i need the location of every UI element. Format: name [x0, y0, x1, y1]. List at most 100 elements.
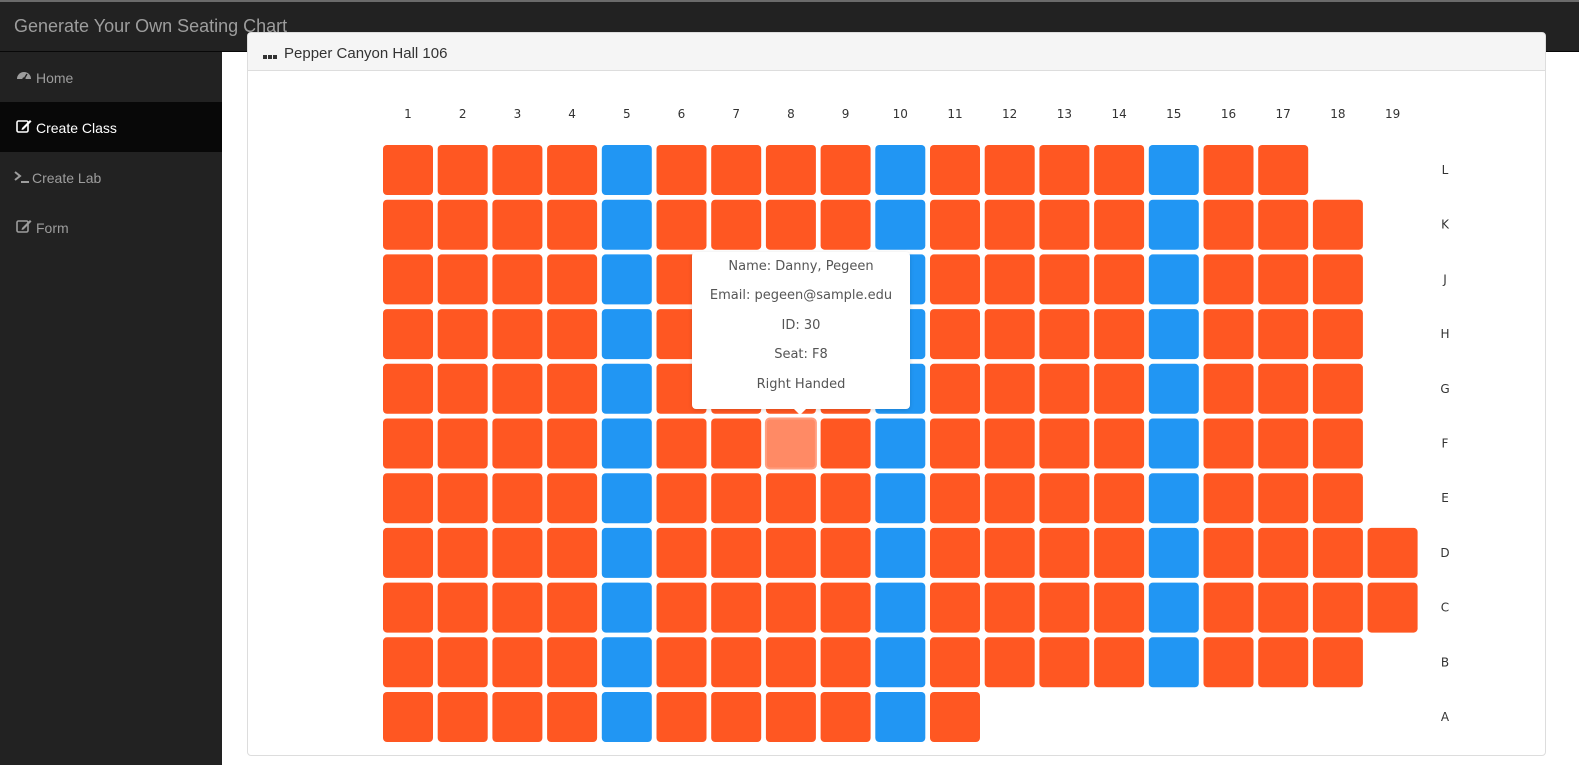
seat-C8[interactable]	[765, 582, 816, 633]
seat-D14[interactable]	[1094, 527, 1145, 578]
seat-D15[interactable]	[1148, 527, 1199, 578]
seat-K12[interactable]	[984, 199, 1035, 250]
seat-C16[interactable]	[1203, 582, 1254, 633]
seat-B12[interactable]	[984, 637, 1035, 688]
seat-F9[interactable]	[820, 418, 871, 469]
seat-F14[interactable]	[1094, 418, 1145, 469]
seat-B14[interactable]	[1094, 637, 1145, 688]
seat-B13[interactable]	[1039, 637, 1090, 688]
seat-L12[interactable]	[984, 145, 1035, 195]
seat-F4[interactable]	[547, 418, 598, 469]
seat-D19[interactable]	[1367, 527, 1418, 578]
seat-K8[interactable]	[765, 199, 816, 250]
seat-L1[interactable]	[383, 145, 433, 195]
seat-G4[interactable]	[547, 363, 598, 414]
seat-C18[interactable]	[1312, 582, 1363, 633]
seat-K11[interactable]	[930, 199, 980, 250]
seat-F12[interactable]	[984, 418, 1035, 469]
seat-D17[interactable]	[1258, 527, 1309, 578]
seat-F8[interactable]	[764, 417, 817, 470]
seat-C2[interactable]	[437, 582, 488, 633]
seat-K15[interactable]	[1148, 199, 1199, 250]
seat-K2[interactable]	[437, 199, 488, 250]
seat-E12[interactable]	[984, 473, 1035, 524]
seat-L3[interactable]	[492, 145, 543, 195]
seat-B18[interactable]	[1312, 637, 1363, 688]
seat-L17[interactable]	[1258, 145, 1309, 195]
seat-J11[interactable]	[930, 254, 980, 305]
seat-D5[interactable]	[601, 527, 652, 578]
seat-A2[interactable]	[437, 692, 488, 742]
seat-C5[interactable]	[601, 582, 652, 633]
seat-E8[interactable]	[765, 473, 816, 524]
seat-L2[interactable]	[437, 145, 488, 195]
seat-G16[interactable]	[1203, 363, 1254, 414]
seat-J15[interactable]	[1148, 254, 1199, 305]
seat-H4[interactable]	[547, 309, 598, 360]
seat-J4[interactable]	[547, 254, 598, 305]
seat-K9[interactable]	[820, 199, 871, 250]
seat-J3[interactable]	[492, 254, 543, 305]
seat-L15[interactable]	[1148, 145, 1199, 195]
seat-G18[interactable]	[1312, 363, 1363, 414]
seat-B7[interactable]	[711, 637, 762, 688]
seat-G5[interactable]	[601, 363, 652, 414]
seat-C15[interactable]	[1148, 582, 1199, 633]
seat-G17[interactable]	[1258, 363, 1309, 414]
seat-B5[interactable]	[601, 637, 652, 688]
seat-A11[interactable]	[930, 692, 980, 742]
seat-D10[interactable]	[875, 527, 926, 578]
seat-H14[interactable]	[1094, 309, 1145, 360]
seat-A8[interactable]	[765, 692, 816, 742]
seat-F1[interactable]	[383, 418, 433, 469]
seat-B11[interactable]	[930, 637, 980, 688]
seat-J12[interactable]	[984, 254, 1035, 305]
seat-F17[interactable]	[1258, 418, 1309, 469]
seat-F10[interactable]	[875, 418, 926, 469]
seat-K6[interactable]	[656, 199, 707, 250]
seat-F2[interactable]	[437, 418, 488, 469]
seat-J16[interactable]	[1203, 254, 1254, 305]
seat-E5[interactable]	[601, 473, 652, 524]
seat-B4[interactable]	[547, 637, 598, 688]
seat-K18[interactable]	[1312, 199, 1363, 250]
seat-J2[interactable]	[437, 254, 488, 305]
seat-L8[interactable]	[765, 145, 816, 195]
seat-D3[interactable]	[492, 527, 543, 578]
seat-H17[interactable]	[1258, 309, 1309, 360]
seat-B17[interactable]	[1258, 637, 1309, 688]
seat-E1[interactable]	[383, 473, 433, 524]
seat-B1[interactable]	[383, 637, 433, 688]
seat-D11[interactable]	[930, 527, 980, 578]
seat-E13[interactable]	[1039, 473, 1090, 524]
seat-D12[interactable]	[984, 527, 1035, 578]
seat-J17[interactable]	[1258, 254, 1309, 305]
seat-H13[interactable]	[1039, 309, 1090, 360]
seat-G1[interactable]	[383, 363, 433, 414]
seat-E3[interactable]	[492, 473, 543, 524]
seat-A3[interactable]	[492, 692, 543, 742]
seat-H2[interactable]	[437, 309, 488, 360]
seat-F6[interactable]	[656, 418, 707, 469]
seat-D9[interactable]	[820, 527, 871, 578]
seat-F15[interactable]	[1148, 418, 1199, 469]
seat-J5[interactable]	[601, 254, 652, 305]
seat-E2[interactable]	[437, 473, 488, 524]
seat-K7[interactable]	[711, 199, 762, 250]
seat-E7[interactable]	[711, 473, 762, 524]
seat-H5[interactable]	[601, 309, 652, 360]
seat-B6[interactable]	[656, 637, 707, 688]
seat-L9[interactable]	[820, 145, 871, 195]
seat-D7[interactable]	[711, 527, 762, 578]
seat-A5[interactable]	[601, 692, 652, 742]
seat-D16[interactable]	[1203, 527, 1254, 578]
seat-C13[interactable]	[1039, 582, 1090, 633]
seat-J1[interactable]	[383, 254, 433, 305]
seat-D18[interactable]	[1312, 527, 1363, 578]
seat-K5[interactable]	[601, 199, 652, 250]
seat-J18[interactable]	[1312, 254, 1363, 305]
seat-G15[interactable]	[1148, 363, 1199, 414]
seat-D1[interactable]	[383, 527, 433, 578]
seat-L10[interactable]	[875, 145, 926, 195]
seat-H1[interactable]	[383, 309, 433, 360]
